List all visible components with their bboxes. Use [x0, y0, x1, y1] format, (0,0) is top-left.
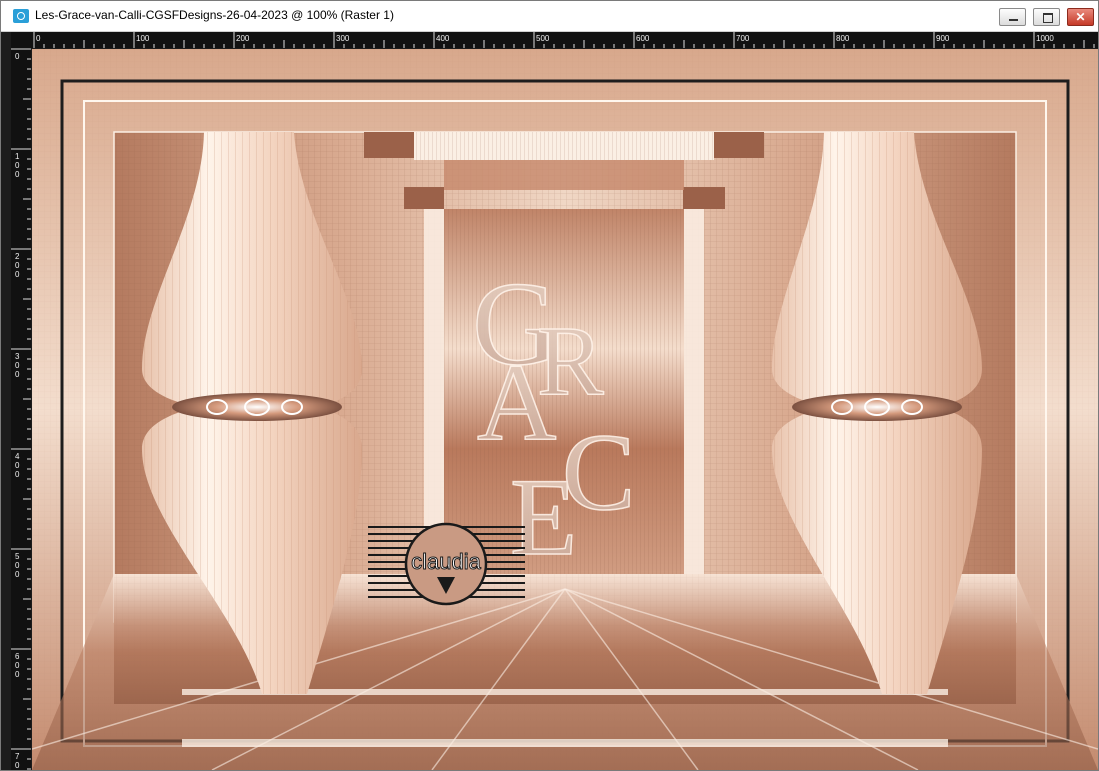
ruler-label: 4 [15, 452, 20, 461]
ruler-label: 0 [15, 261, 20, 270]
window-title: Les-Grace-van-Calli-CGSFDesigns-26-04-20… [35, 8, 394, 22]
maximize-button[interactable] [1033, 8, 1060, 26]
ruler-label: 600 [636, 34, 650, 43]
ruler-label: 0 [15, 270, 20, 279]
close-icon: ✕ [1075, 10, 1086, 24]
camera-icon [13, 9, 29, 23]
horizontal-ruler-svg: 0 100 200 300 400 500 600 700 800 900 1000 [33, 32, 1095, 48]
ruler-label: 0 [15, 470, 20, 479]
ruler-corner [11, 32, 31, 48]
ruler-label: 400 [436, 34, 450, 43]
ruler-label: 0 [15, 461, 20, 470]
ruler-label: 500 [536, 34, 550, 43]
ruler-label: 0 [15, 370, 20, 379]
ruler-label: 0 [15, 761, 20, 770]
ruler-label: 5 [15, 552, 20, 561]
title-bar[interactable]: Les-Grace-van-Calli-CGSFDesigns-26-04-20… [1, 1, 1098, 32]
vertical-ruler-svg: 0100200300400500600700 [11, 48, 31, 770]
ruler-label: 1000 [1036, 34, 1054, 43]
horizontal-ruler[interactable]: 0 100 200 300 400 500 600 700 800 900 1000 [31, 32, 1098, 48]
minimize-button[interactable] [999, 8, 1026, 26]
ruler-label: 7 [15, 752, 20, 761]
ruler-label: 0 [15, 161, 20, 170]
image-canvas[interactable]: G R A C E claudia [32, 49, 1098, 770]
ruler-label: 700 [736, 34, 750, 43]
close-button[interactable]: ✕ [1067, 8, 1094, 26]
ruler-label: 800 [836, 34, 850, 43]
ruler-label: 0 [36, 34, 41, 43]
artwork: G R A C E claudia [32, 49, 1098, 770]
ruler-label: 3 [15, 352, 20, 361]
letter-a: A [477, 341, 556, 463]
ruler-label: 6 [15, 652, 20, 661]
ruler-label: 0 [15, 670, 20, 679]
watermark-text: claudia [411, 549, 481, 574]
ruler-label: 2 [15, 252, 20, 261]
minimize-icon [1009, 19, 1018, 21]
maximize-icon [1043, 13, 1053, 23]
ruler-label: 0 [15, 561, 20, 570]
ruler-label: 0 [15, 52, 20, 61]
ruler-label: 1 [15, 152, 20, 161]
ruler-label: 0 [15, 570, 20, 579]
image-window: Les-Grace-van-Calli-CGSFDesigns-26-04-20… [0, 0, 1099, 771]
ruler-label: 100 [136, 34, 150, 43]
ruler-label: 0 [15, 361, 20, 370]
ruler-label: 200 [236, 34, 250, 43]
ruler-label: 0 [15, 661, 20, 670]
ruler-label: 300 [336, 34, 350, 43]
letter-e: E [510, 456, 577, 578]
ruler-label: 0 [15, 170, 20, 179]
ruler-label: 900 [936, 34, 950, 43]
vertical-ruler[interactable]: 0100200300400500600700 [11, 48, 31, 770]
